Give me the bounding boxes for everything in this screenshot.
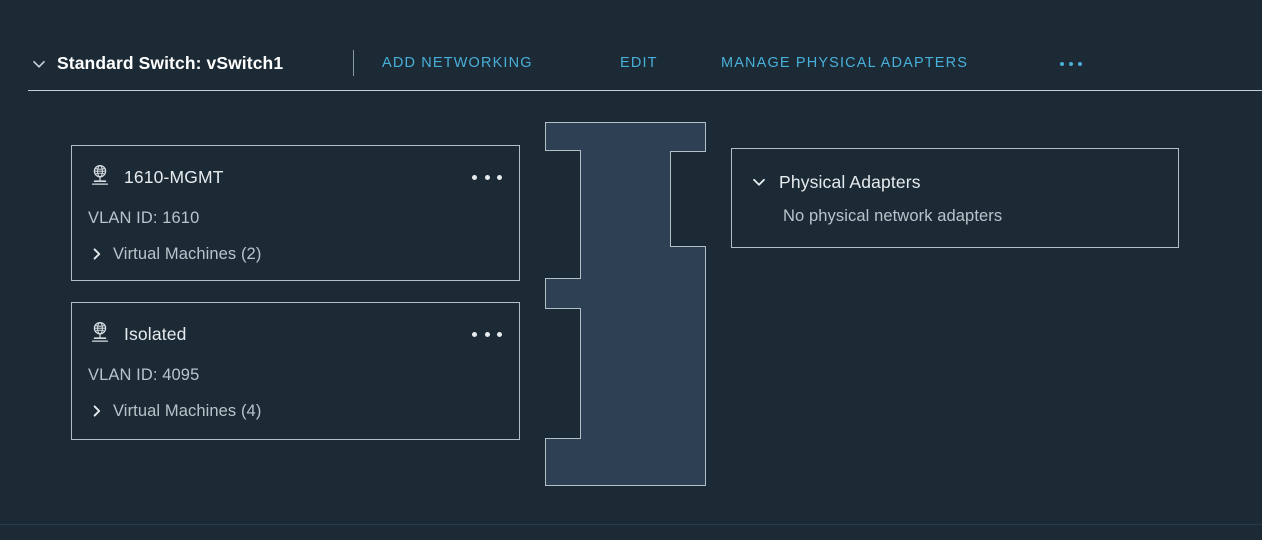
chevron-right-icon xyxy=(88,245,106,263)
footer-divider xyxy=(0,524,1262,525)
dot xyxy=(484,174,490,180)
switch-port-notch xyxy=(545,308,581,439)
virtual-machines-label: Virtual Machines (4) xyxy=(113,402,262,420)
dot xyxy=(1060,62,1064,66)
port-group-name: Isolated xyxy=(124,324,187,344)
add-networking-button[interactable]: ADD NETWORKING xyxy=(382,53,533,73)
physical-adapters-expander[interactable]: Physical Adapters xyxy=(749,170,921,194)
dot xyxy=(497,331,502,337)
ellipsis-icon[interactable] xyxy=(472,171,502,183)
physical-adapters-panel[interactable]: Physical Adapters No physical network ad… xyxy=(731,148,1179,248)
dot xyxy=(1069,62,1073,66)
port-group-card[interactable]: Isolated VLAN ID: 4095 Virtual Machines … xyxy=(71,302,520,440)
virtual-machines-expander[interactable]: Virtual Machines (2) xyxy=(88,242,261,266)
port-group-name: 1610-MGMT xyxy=(124,167,224,187)
chevron-right-icon xyxy=(88,402,106,420)
header-divider xyxy=(28,90,1262,91)
virtual-machines-expander[interactable]: Virtual Machines (4) xyxy=(88,399,261,423)
chevron-down-icon[interactable] xyxy=(28,53,50,75)
switch-uplink-notch xyxy=(670,151,706,247)
dot xyxy=(472,331,477,337)
port-group-vlan-id: VLAN ID: 1610 xyxy=(88,209,200,227)
chevron-down-icon xyxy=(749,172,769,192)
switch-port-notch xyxy=(545,150,581,279)
virtual-machines-label: Virtual Machines (2) xyxy=(113,245,262,263)
page-title: Standard Switch: vSwitch1 xyxy=(57,53,284,73)
physical-adapters-title: Physical Adapters xyxy=(779,172,921,192)
port-group-header: 1610-MGMT xyxy=(72,146,519,202)
physical-adapters-empty-message: No physical network adapters xyxy=(783,207,1003,225)
toolbar-divider xyxy=(353,50,354,76)
edit-button[interactable]: EDIT xyxy=(620,53,658,73)
dot xyxy=(484,331,490,337)
dot xyxy=(1078,62,1082,66)
switch-header-toolbar: Standard Switch: vSwitch1 ADD NETWORKING… xyxy=(0,42,1262,84)
port-group-network-icon xyxy=(88,320,112,344)
port-group-vlan-id: VLAN ID: 4095 xyxy=(88,366,200,384)
vswitch-topology-view: Standard Switch: vSwitch1 ADD NETWORKING… xyxy=(0,0,1262,540)
manage-physical-adapters-button[interactable]: MANAGE PHYSICAL ADAPTERS xyxy=(721,53,968,73)
port-group-network-icon xyxy=(88,163,112,187)
ellipsis-icon[interactable] xyxy=(1060,56,1094,72)
dot xyxy=(497,174,502,180)
vswitch-body xyxy=(545,122,706,486)
port-group-card[interactable]: 1610-MGMT VLAN ID: 1610 Virtual Machines… xyxy=(71,145,520,281)
dot xyxy=(472,174,477,180)
port-group-header: Isolated xyxy=(72,303,519,359)
ellipsis-icon[interactable] xyxy=(472,328,502,340)
